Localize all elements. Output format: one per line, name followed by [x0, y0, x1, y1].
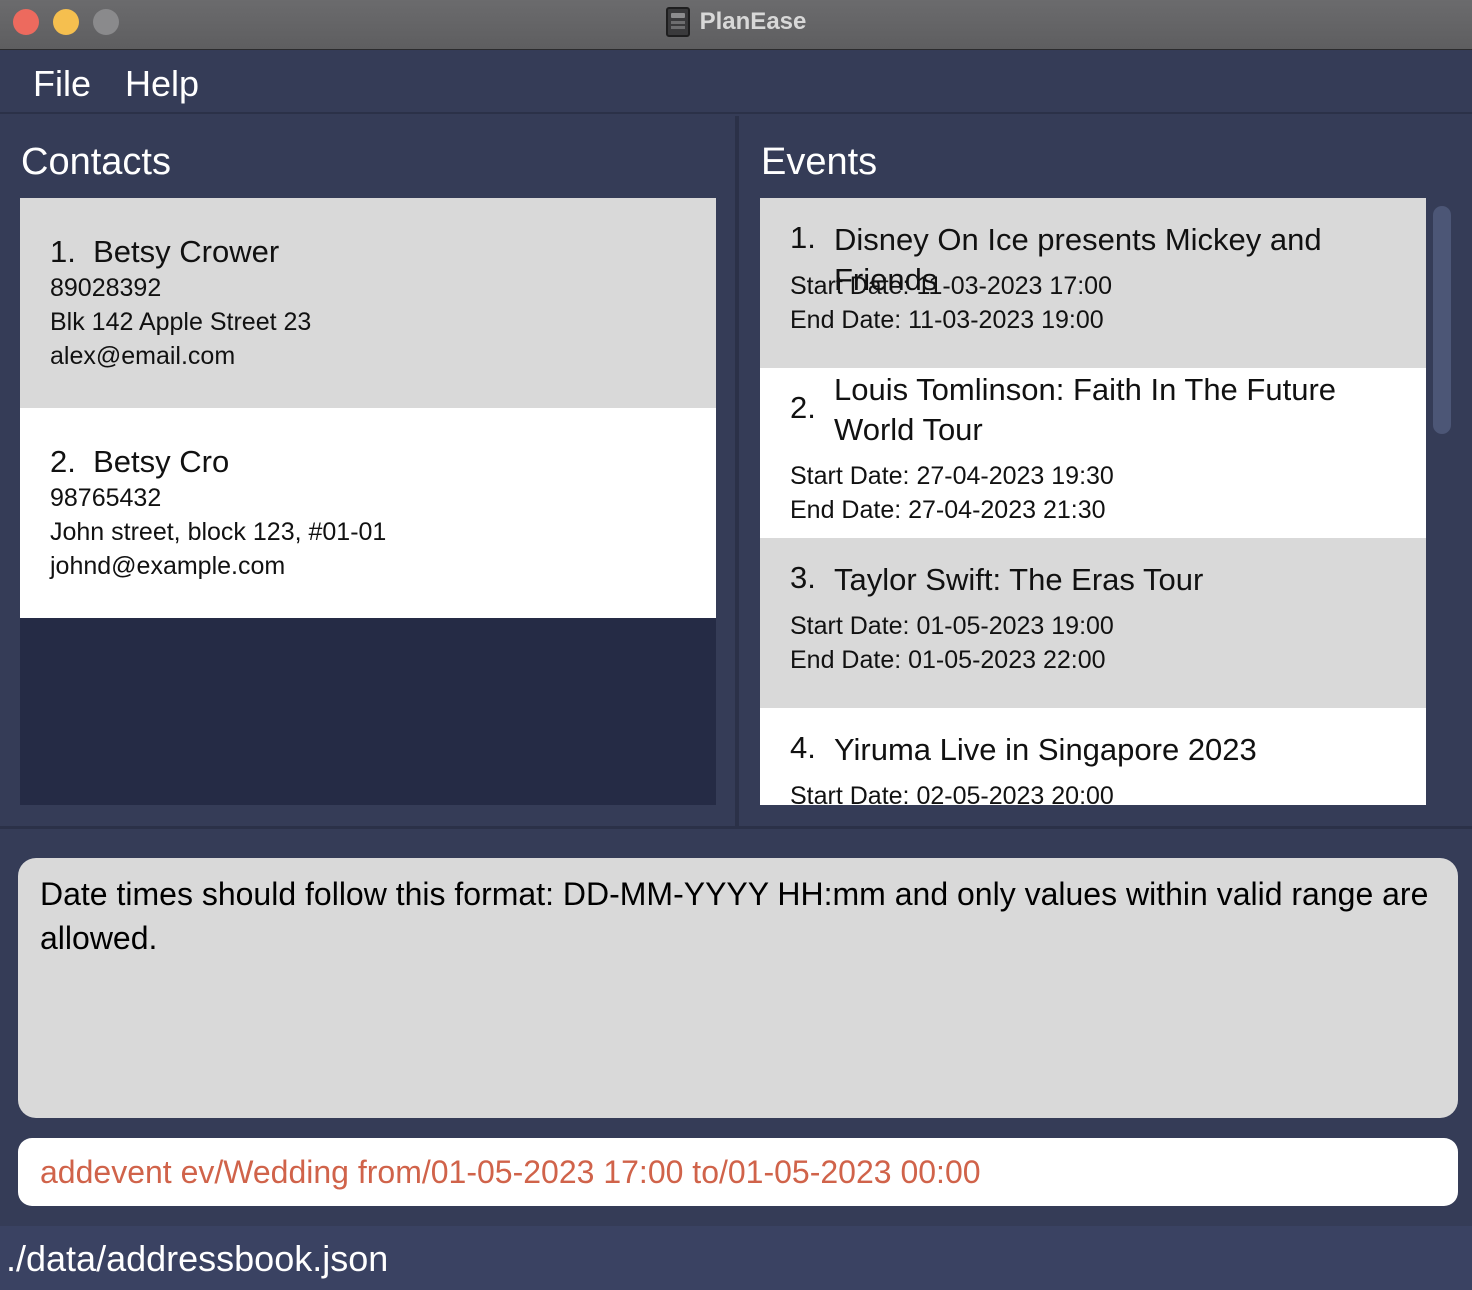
- save-location: ./data/addressbook.json: [6, 1238, 389, 1279]
- contact-name-row: 2. Betsy Cro: [50, 444, 229, 480]
- event-start-date: Start Date: 02-05-2023 20:00: [790, 782, 1114, 805]
- contact-phone: 89028392: [50, 274, 162, 302]
- command-input[interactable]: [40, 1152, 1440, 1192]
- contact-card[interactable]: 1. Betsy Crower 89028392 Blk 142 Apple S…: [20, 198, 716, 408]
- event-end-date: End Date: 01-05-2023 22:00: [790, 646, 1106, 674]
- event-card[interactable]: 4. Yiruma Live in Singapore 2023 Start D…: [760, 708, 1426, 805]
- status-bar: ./data/addressbook.json: [0, 1226, 1472, 1290]
- contact-email: johnd@example.com: [50, 552, 286, 580]
- events-scrollbar-thumb[interactable]: [1433, 206, 1451, 434]
- menu-help[interactable]: Help: [125, 63, 199, 105]
- menu-bar: File Help: [0, 51, 1472, 114]
- contacts-panel-title: Contacts: [21, 141, 171, 183]
- contact-name-row: 1. Betsy Crower: [50, 234, 279, 270]
- command-box[interactable]: [18, 1138, 1458, 1206]
- events-panel-title: Events: [761, 141, 878, 183]
- result-display: Date times should follow this format: DD…: [18, 858, 1458, 1118]
- contact-name: Betsy Cro: [93, 444, 230, 479]
- contact-name: Betsy Crower: [93, 234, 280, 269]
- event-start-date: Start Date: 11-03-2023 17:00: [790, 272, 1112, 300]
- event-card[interactable]: 3. Taylor Swift: The Eras Tour Start Dat…: [760, 538, 1426, 708]
- contact-email: alex@email.com: [50, 342, 236, 370]
- event-card[interactable]: 2. Louis Tomlinson: Faith In The Future …: [760, 368, 1426, 538]
- contacts-list[interactable]: 1. Betsy Crower 89028392 Blk 142 Apple S…: [20, 198, 716, 805]
- event-card[interactable]: 1. Disney On Ice presents Mickey and Fri…: [760, 198, 1426, 368]
- notebook-icon: [665, 7, 690, 37]
- window-title-group: PlanEase: [0, 0, 1472, 44]
- panel-divider[interactable]: [735, 116, 739, 826]
- section-divider[interactable]: [0, 826, 1472, 829]
- event-end-date: End Date: 27-04-2023 21:30: [790, 496, 1106, 524]
- event-name: Yiruma Live in Singapore 2023: [834, 732, 1257, 767]
- event-index: 4.: [790, 730, 816, 765]
- events-list[interactable]: 1. Disney On Ice presents Mickey and Fri…: [760, 198, 1426, 805]
- event-name: Louis Tomlinson: Faith In The Future Wor…: [834, 372, 1337, 447]
- event-index: 3.: [790, 560, 816, 595]
- result-message: Date times should follow this format: DD…: [40, 876, 1429, 956]
- event-start-date: Start Date: 01-05-2023 19:00: [790, 612, 1114, 640]
- contact-card[interactable]: 2. Betsy Cro 98765432 John street, block…: [20, 408, 716, 618]
- event-start-date: Start Date: 27-04-2023 19:30: [790, 462, 1114, 490]
- window-title: PlanEase: [699, 8, 807, 35]
- event-name: Taylor Swift: The Eras Tour: [834, 562, 1204, 597]
- contact-address: John street, block 123, #01-01: [50, 518, 387, 546]
- event-index: 1.: [790, 220, 816, 255]
- contact-phone: 98765432: [50, 484, 162, 512]
- event-end-date: End Date: 11-03-2023 19:00: [790, 306, 1104, 334]
- contact-index: 2.: [50, 444, 76, 479]
- event-index: 2.: [790, 390, 816, 425]
- contact-address: Blk 142 Apple Street 23: [50, 308, 312, 336]
- title-bar: PlanEase: [0, 0, 1472, 50]
- menu-file[interactable]: File: [33, 63, 91, 105]
- contact-index: 1.: [50, 234, 76, 269]
